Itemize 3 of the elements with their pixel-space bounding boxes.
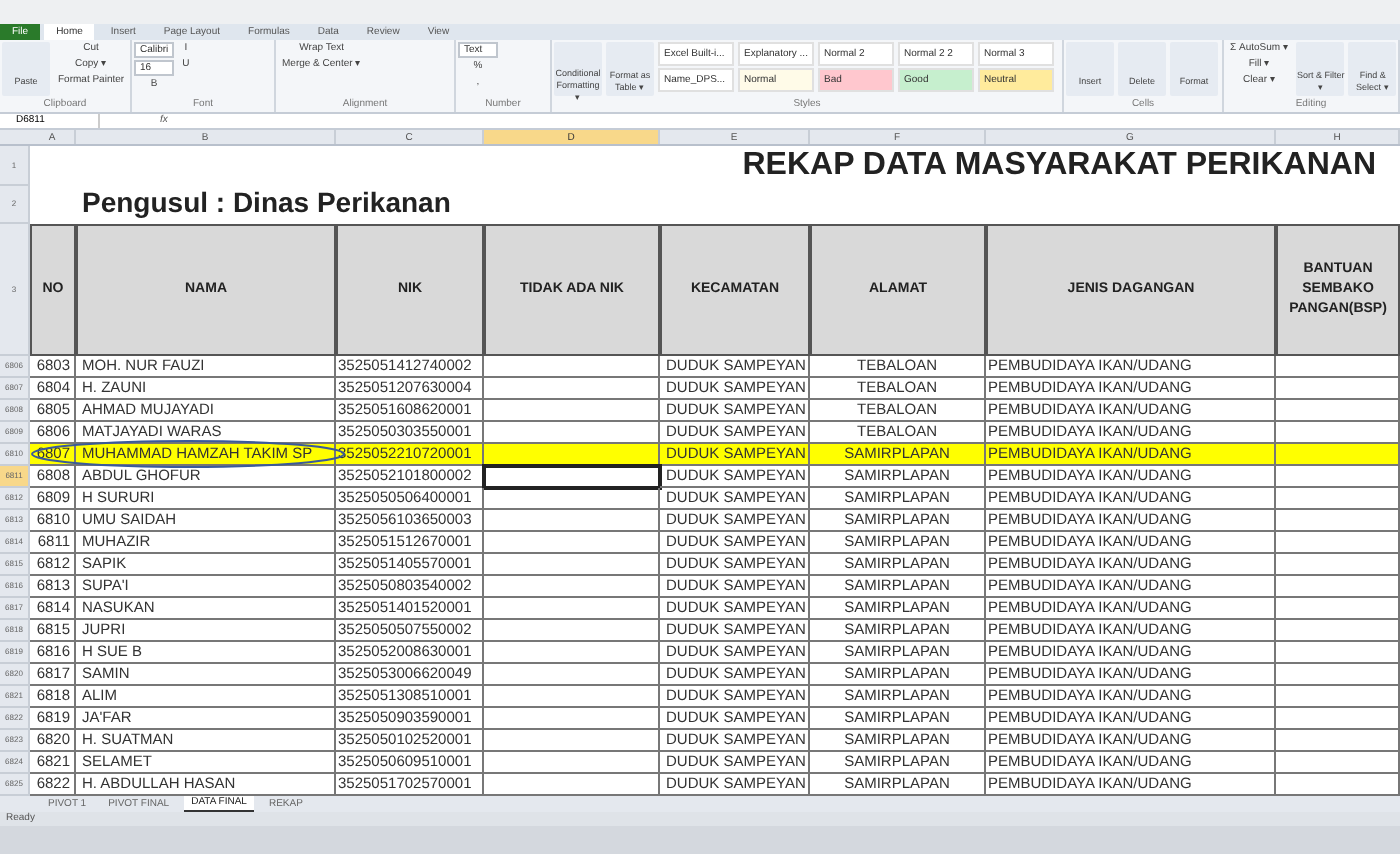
sheet-subtitle: Pengusul : Dinas Perikanan <box>82 184 451 222</box>
active-cell[interactable] <box>484 466 660 488</box>
sheet-title: REKAP DATA MASYARAKAT PERIKANAN <box>742 146 1376 186</box>
